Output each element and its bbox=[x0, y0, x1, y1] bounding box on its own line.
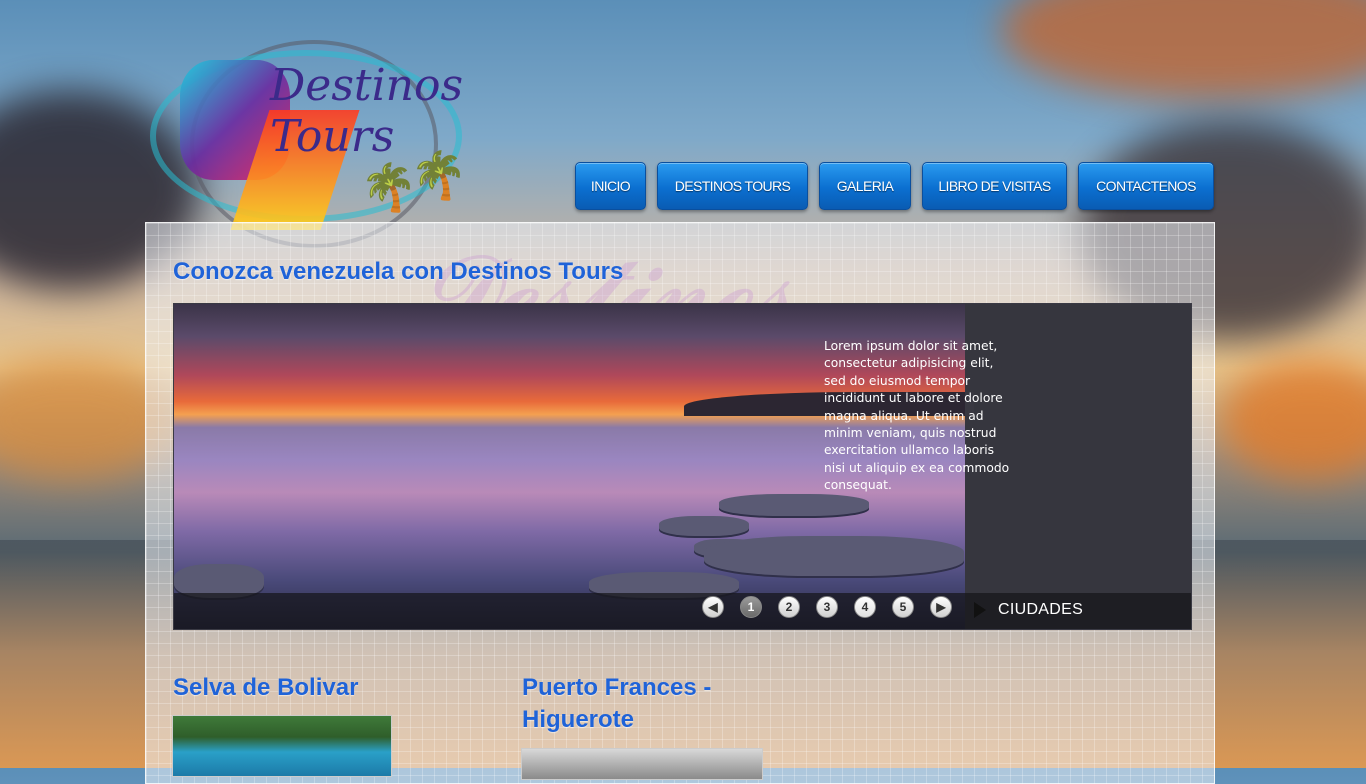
nav-destinos-tours[interactable]: DESTINOS TOURS bbox=[657, 162, 808, 210]
palm-tree-icon: 🌴 bbox=[360, 161, 418, 213]
slider-page-4[interactable]: 4 bbox=[854, 596, 876, 618]
slider-prev-button[interactable]: ◀ bbox=[702, 596, 724, 618]
slide-rock bbox=[719, 494, 869, 516]
slider-category-label[interactable]: CIUDADES bbox=[998, 601, 1083, 619]
page-title: Conozca venezuela con Destinos Tours bbox=[173, 258, 624, 285]
background-cloud bbox=[1000, 0, 1366, 100]
image-slider[interactable] bbox=[173, 303, 1192, 630]
nav-contactenos[interactable]: CONTACTENOS bbox=[1078, 162, 1214, 210]
section-title-puerto-frances[interactable]: Puerto Frances - Higuerote bbox=[522, 672, 772, 736]
section-title-selva-de-bolivar[interactable]: Selva de Bolivar bbox=[173, 672, 493, 704]
background-cloud bbox=[1220, 360, 1366, 480]
slide-caption: Lorem ipsum dolor sit amet, consectetur … bbox=[824, 339, 1010, 493]
slider-page-5[interactable]: 5 bbox=[892, 596, 914, 618]
slide-rock bbox=[659, 516, 749, 536]
slider-page-1[interactable]: 1 bbox=[740, 596, 762, 618]
chevron-right-icon: ▶ bbox=[936, 600, 946, 614]
slider-page-3[interactable]: 3 bbox=[816, 596, 838, 618]
logo-text: Destinos Tours bbox=[270, 60, 464, 162]
chevron-left-icon: ◀ bbox=[708, 600, 718, 614]
nav-galeria[interactable]: GALERIA bbox=[819, 162, 911, 210]
slide-rock bbox=[704, 536, 964, 576]
section-thumbnail[interactable] bbox=[521, 748, 763, 780]
palm-tree-icon: 🌴 bbox=[410, 149, 468, 201]
play-arrow-icon bbox=[974, 602, 986, 618]
nav-inicio[interactable]: INICIO bbox=[575, 162, 646, 210]
slider-next-button[interactable]: ▶ bbox=[930, 596, 952, 618]
nav-libro-de-visitas[interactable]: LIBRO DE VISITAS bbox=[922, 162, 1067, 210]
slider-page-2[interactable]: 2 bbox=[778, 596, 800, 618]
